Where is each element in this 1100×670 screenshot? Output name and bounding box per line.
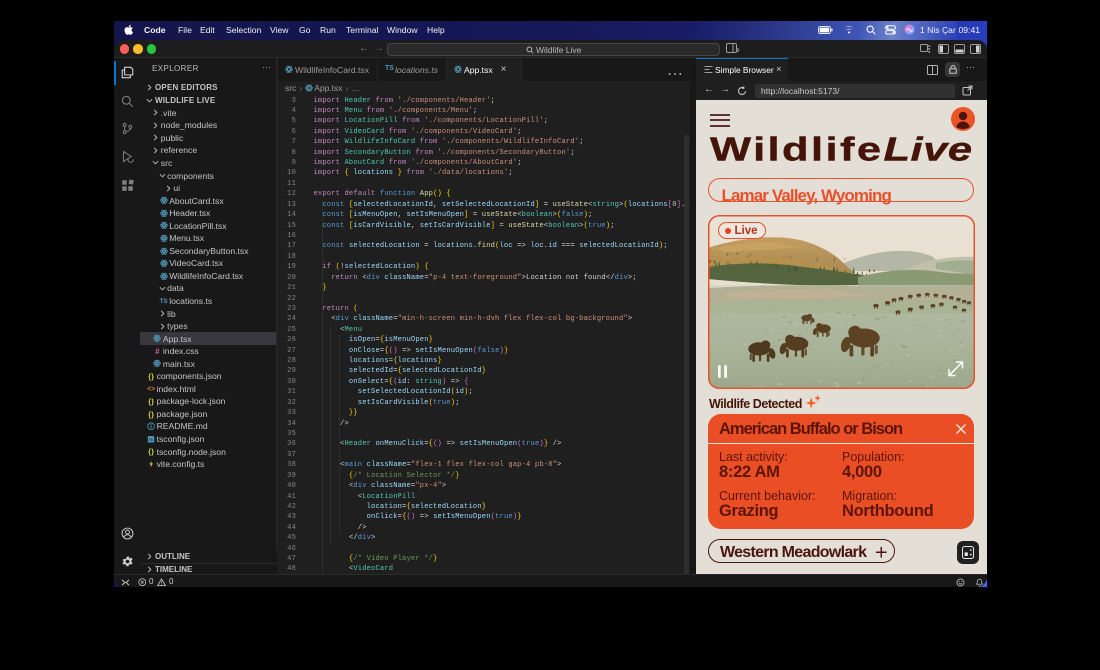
svg-text:ts: ts [149, 437, 153, 442]
